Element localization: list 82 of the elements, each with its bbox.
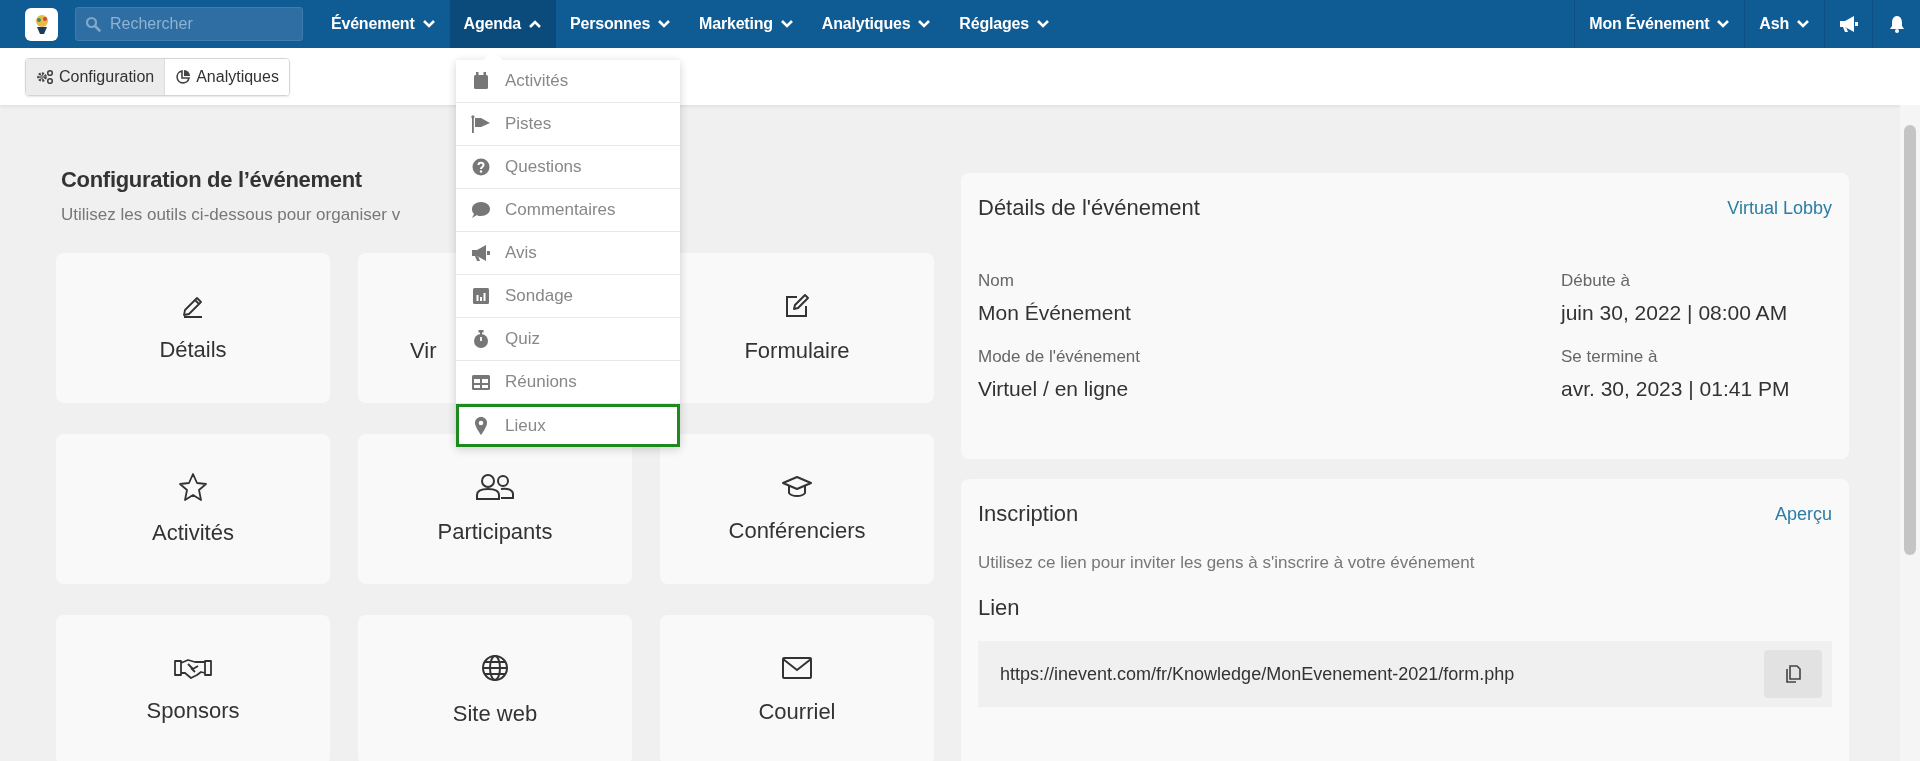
field-label: Mode de l'événement — [978, 347, 1141, 367]
card-label: Sponsors — [146, 698, 240, 724]
chevron-down-icon — [1035, 19, 1050, 29]
card-label: Site web — [452, 701, 538, 727]
field-value: Mon Événement — [978, 301, 1132, 325]
nav-menu[interactable]: Réglages — [945, 0, 1064, 48]
comment-icon — [471, 201, 491, 219]
menu-item[interactable]: Quiz — [456, 318, 680, 361]
gears-icon — [36, 68, 54, 85]
question-icon — [471, 158, 491, 176]
link-heading: Lien — [978, 595, 1021, 621]
copy-button[interactable] — [1764, 650, 1822, 698]
pie-chart-icon — [175, 68, 192, 85]
tool-card[interactable]: Participants — [358, 434, 632, 584]
nav-menu[interactable]: Agenda — [449, 0, 557, 48]
tool-card[interactable]: Activités — [56, 434, 330, 584]
card-label: Détails — [159, 337, 227, 363]
field-label: Se termine à — [1561, 347, 1659, 367]
field-label: Nom — [978, 271, 1015, 291]
field-value: avr. 30, 2023 | 01:41 PM — [1561, 377, 1791, 401]
card-label: Vir — [410, 338, 437, 364]
toolbar-tab[interactable]: Configuration — [26, 58, 166, 95]
chevron-down-icon — [657, 19, 672, 29]
menu-item[interactable]: Activités — [456, 60, 680, 103]
registration-url: https://inevent.com/fr/Knowledge/MonEvenement-2021/form.php — [1000, 663, 1515, 685]
star-icon — [178, 472, 208, 502]
edit-icon — [783, 292, 811, 320]
chevron-down-icon — [1716, 19, 1731, 29]
menu-item[interactable]: Pistes — [456, 103, 680, 146]
card-label: Activités — [152, 520, 234, 546]
chevron-down-icon — [779, 19, 794, 29]
nav-menu[interactable]: Personnes — [556, 0, 686, 48]
menu-item[interactable]: Sondage — [456, 275, 680, 318]
stopwatch-icon — [471, 329, 491, 349]
virtual-lobby-link[interactable]: Virtual Lobby — [1727, 197, 1832, 219]
card-label: Formulaire — [744, 338, 850, 364]
card-description: Utilisez ce lien pour inviter les gens à s'inscrire à votre événement — [978, 553, 1476, 573]
handshake-icon — [173, 656, 213, 680]
card-label: Conférenciers — [728, 518, 866, 544]
bar-chart-icon — [471, 287, 491, 305]
calendar-icon — [471, 72, 491, 90]
field-value: juin 30, 2022 | 08:00 AM — [1561, 301, 1789, 325]
menu-item[interactable]: Avis — [456, 232, 680, 275]
card-label: Courriel — [758, 699, 836, 725]
nav-menu[interactable]: Analytiques — [807, 0, 946, 48]
field-value: Virtuel / en ligne — [978, 377, 1130, 401]
section-title: Configuration de l’événement — [60, 167, 362, 193]
menu-item[interactable]: Lieux — [456, 404, 680, 447]
nav-menu[interactable]: Marketing — [685, 0, 808, 48]
chevron-down-icon — [421, 19, 436, 29]
logo-icon[interactable] — [25, 7, 58, 41]
section-subtitle: Utilisez les outils ci-dessous pour organiser v — [61, 205, 401, 225]
flag-icon — [471, 115, 491, 133]
preview-link[interactable]: Aperçu — [1774, 503, 1832, 525]
megaphone-icon[interactable] — [1838, 15, 1859, 33]
menu-item[interactable]: Questions — [456, 146, 680, 189]
tool-card[interactable]: Courriel — [660, 615, 934, 761]
tool-card[interactable]: Détails — [56, 253, 330, 403]
card-title: Détails de l'événement — [978, 195, 1200, 221]
card-label: Participants — [437, 519, 553, 545]
menu-item[interactable]: Commentaires — [456, 189, 680, 232]
scrollbar[interactable] — [1900, 105, 1920, 761]
toolbar-tab[interactable]: Analytiques — [165, 58, 289, 95]
tool-card[interactable]: Sponsors — [56, 615, 330, 761]
chevron-down-icon — [1796, 19, 1810, 29]
megaphone-icon — [471, 244, 491, 262]
nav-menu[interactable]: Événement — [317, 0, 450, 48]
people-icon — [475, 473, 515, 501]
copy-icon — [1784, 664, 1802, 684]
table-icon — [471, 373, 491, 391]
chevron-up-icon — [528, 19, 543, 29]
bell-icon[interactable] — [1888, 15, 1905, 33]
field-label: Débute à — [1561, 271, 1631, 291]
menu-item[interactable]: Réunions — [456, 361, 680, 404]
envelope-icon — [781, 655, 813, 681]
graduation-cap-icon — [781, 474, 813, 500]
tool-card[interactable]: Site web — [358, 615, 632, 761]
chevron-down-icon — [917, 19, 932, 29]
tool-card[interactable]: Conférenciers — [660, 434, 934, 584]
card-title: Inscription — [978, 501, 1079, 527]
search-field[interactable]: Rechercher — [75, 7, 303, 41]
globe-icon — [480, 653, 510, 683]
